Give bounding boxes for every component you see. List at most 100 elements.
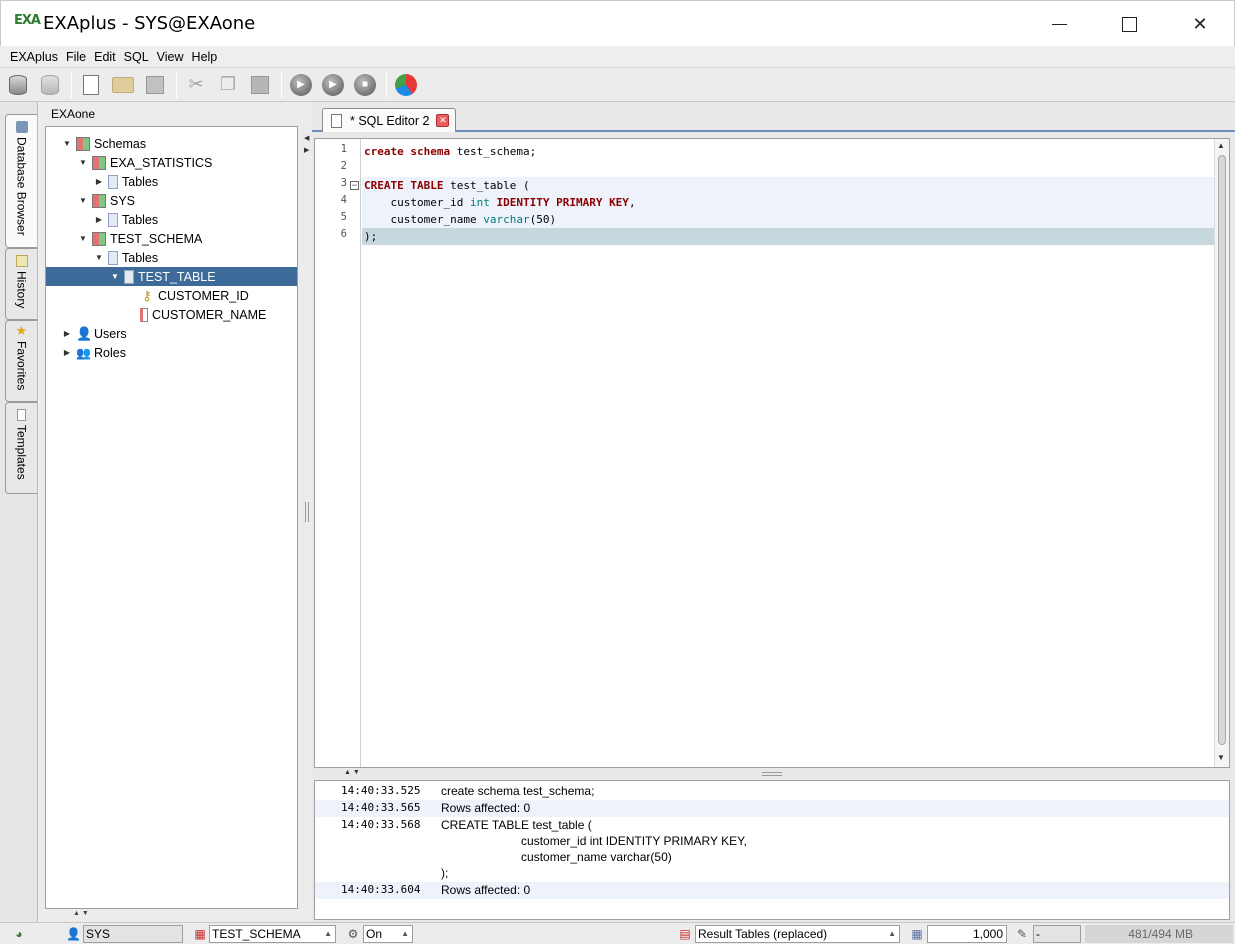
menu-view[interactable]: View bbox=[157, 50, 184, 64]
tree-item-label: CUSTOMER_NAME bbox=[152, 307, 267, 322]
splitter-grip[interactable] bbox=[305, 502, 309, 522]
collapsed-toggle-icon[interactable]: ▶ bbox=[62, 329, 72, 338]
menu-edit[interactable]: Edit bbox=[94, 50, 116, 64]
user-field: SYS bbox=[83, 925, 183, 943]
fold-icon[interactable]: − bbox=[350, 181, 359, 190]
open-button[interactable] bbox=[110, 72, 136, 98]
schema-icon bbox=[92, 193, 106, 208]
menu-help[interactable]: Help bbox=[192, 50, 218, 64]
memory-usage[interactable]: 481/494 MB bbox=[1085, 925, 1233, 943]
history-icon bbox=[15, 255, 28, 267]
code-line[interactable]: ); bbox=[362, 228, 1214, 245]
maximize-button[interactable] bbox=[1106, 1, 1152, 47]
autocommit-icon: ⚙ bbox=[347, 927, 359, 941]
tree-item[interactable]: ▼ Schemas bbox=[46, 134, 297, 153]
tree-item[interactable]: ⚷ CUSTOMER_ID bbox=[46, 286, 297, 305]
status-result-mode: Result Tables (replaced) bbox=[698, 927, 828, 941]
scroll-down-icon[interactable]: ▼ bbox=[1217, 753, 1225, 762]
log-message: Rows affected: 0 bbox=[441, 883, 531, 897]
close-tab-icon[interactable]: ✕ bbox=[436, 114, 450, 127]
code-line[interactable]: customer_name varchar(50) bbox=[362, 211, 1214, 228]
collapse-left-icon[interactable]: ◀ bbox=[304, 134, 309, 142]
chart-button[interactable] bbox=[393, 72, 419, 98]
splitter-arrows-icon[interactable]: ▲ ▼ bbox=[344, 769, 360, 776]
execute-icon: ▶ bbox=[290, 73, 312, 96]
code-line[interactable] bbox=[362, 160, 1214, 177]
tab-label: Database Browser bbox=[14, 137, 29, 236]
splitter-grip[interactable] bbox=[762, 772, 782, 776]
cut-button[interactable]: ✂ bbox=[183, 72, 209, 98]
tab-sql-editor[interactable]: * SQL Editor 2 ✕ bbox=[322, 108, 456, 132]
log-entry: 14:40:33.568 CREATE TABLE test_table ( cu… bbox=[315, 817, 1229, 882]
menu-exaplus[interactable]: EXAplus bbox=[10, 50, 58, 64]
new-editor-button[interactable] bbox=[78, 72, 104, 98]
row-limit-field[interactable]: 1,000 bbox=[927, 925, 1007, 943]
expanded-toggle-icon[interactable]: ▼ bbox=[62, 139, 72, 148]
tree-item[interactable]: ▶ Tables bbox=[46, 210, 297, 229]
expanded-toggle-icon[interactable]: ▼ bbox=[78, 234, 88, 243]
template-icon bbox=[17, 409, 26, 421]
save-icon bbox=[146, 75, 164, 94]
tab-templates[interactable]: Templates bbox=[5, 402, 37, 494]
execute-current-button[interactable]: ▶ bbox=[320, 72, 346, 98]
save-button[interactable] bbox=[142, 72, 168, 98]
schema-icon bbox=[92, 231, 106, 246]
expanded-toggle-icon[interactable]: ▼ bbox=[110, 272, 120, 281]
menu-bar: EXAplus File Edit SQL View Help bbox=[0, 46, 1235, 68]
sql-type: varchar bbox=[483, 213, 530, 226]
connect-button[interactable] bbox=[5, 72, 31, 98]
collapsed-toggle-icon[interactable]: ▶ bbox=[94, 215, 104, 224]
expanded-toggle-icon[interactable]: ▼ bbox=[78, 196, 88, 205]
code-line[interactable]: create schema test_schema; bbox=[362, 143, 1214, 160]
scroll-up-icon[interactable]: ▲ bbox=[1217, 141, 1225, 150]
schema-select[interactable]: TEST_SCHEMA ▲ bbox=[209, 925, 336, 943]
tree-item-label: TEST_TABLE bbox=[138, 269, 216, 284]
tab-label: History bbox=[14, 271, 29, 309]
disconnect-icon bbox=[41, 74, 59, 95]
code-line[interactable]: customer_id int IDENTITY PRIMARY KEY, bbox=[362, 194, 1214, 211]
tree-item[interactable]: ▼ TEST_SCHEMA bbox=[46, 229, 297, 248]
close-button[interactable]: ✕ bbox=[1177, 1, 1223, 47]
minimize-button[interactable] bbox=[1036, 1, 1082, 47]
execute-button[interactable]: ▶ bbox=[288, 72, 314, 98]
tree-item[interactable]: ▼ TEST_TABLE bbox=[46, 267, 297, 286]
copy-button[interactable]: ❐ bbox=[215, 72, 241, 98]
roles-icon: 👥 bbox=[76, 345, 91, 360]
sql-editor[interactable]: 1 2 3 4 5 6 − create schema test_schema; CREAT… bbox=[314, 138, 1230, 768]
tree-item[interactable]: ▼ SYS bbox=[46, 191, 297, 210]
expanded-toggle-icon[interactable]: ▼ bbox=[78, 158, 88, 167]
toolbar-separator bbox=[71, 71, 72, 98]
tree-item-label: Users bbox=[94, 326, 127, 341]
disconnect-button[interactable] bbox=[37, 72, 63, 98]
result-mode-select[interactable]: Result Tables (replaced) ▲ bbox=[695, 925, 900, 943]
status-autocommit: On bbox=[366, 927, 383, 941]
user-icon: 👤 bbox=[66, 927, 81, 941]
copy-icon: ❐ bbox=[219, 74, 237, 94]
stop-button[interactable]: ■ bbox=[352, 72, 378, 98]
autocommit-select[interactable]: On ▲ bbox=[363, 925, 413, 943]
panel-resize-arrows-icon[interactable]: ▲ ▼ bbox=[73, 910, 89, 917]
expanded-toggle-icon[interactable]: ▼ bbox=[94, 253, 104, 262]
scrollbar-thumb[interactable] bbox=[1218, 155, 1226, 745]
tree-item[interactable]: ▶ 👥 Roles bbox=[46, 343, 297, 362]
paste-button[interactable] bbox=[247, 72, 273, 98]
toolbar: ✂ ❐ ▶ ▶ ■ bbox=[0, 68, 1235, 102]
tree-item[interactable]: ▼ Tables bbox=[46, 248, 297, 267]
tree-item[interactable]: ▶ Tables bbox=[46, 172, 297, 191]
collapsed-toggle-icon[interactable]: ▶ bbox=[94, 177, 104, 186]
horizontal-splitter[interactable]: ▲ ▼ bbox=[312, 768, 1235, 780]
tree-item[interactable]: ▶ 👤 Users bbox=[46, 324, 297, 343]
code-line[interactable]: CREATE TABLE test_table ( bbox=[362, 177, 1214, 194]
tab-favorites[interactable]: ★ Favorites bbox=[5, 320, 37, 402]
vertical-splitter[interactable]: ◀ ▶ bbox=[303, 102, 312, 922]
menu-file[interactable]: File bbox=[66, 50, 86, 64]
menu-sql[interactable]: SQL bbox=[124, 50, 149, 64]
tree-item[interactable]: ▼ EXA_STATISTICS bbox=[46, 153, 297, 172]
tab-history[interactable]: History bbox=[5, 248, 37, 320]
collapsed-toggle-icon[interactable]: ▶ bbox=[62, 348, 72, 357]
tab-database-browser[interactable]: Database Browser bbox=[5, 114, 37, 248]
tree-item[interactable]: CUSTOMER_NAME bbox=[46, 305, 297, 324]
expand-right-icon[interactable]: ▶ bbox=[304, 146, 309, 154]
editor-scrollbar[interactable]: ▲ ▼ bbox=[1214, 139, 1229, 767]
new-editor-icon bbox=[83, 74, 99, 95]
